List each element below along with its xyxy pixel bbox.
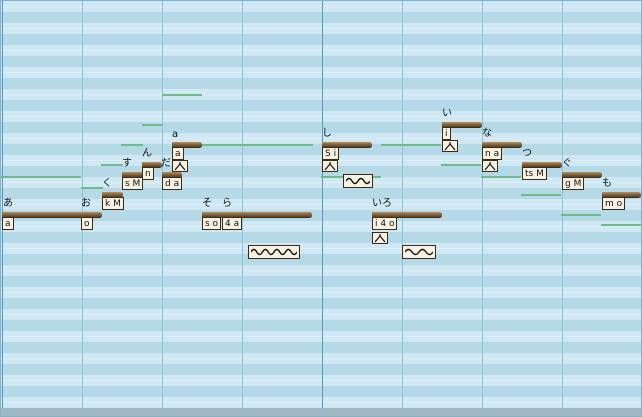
grid-row-line (1, 94, 641, 95)
horizontal-scrollbar-track[interactable] (1, 408, 641, 416)
grid-row-line (1, 204, 641, 205)
note-phoneme: k M (102, 197, 124, 210)
pitch-curve-segment (142, 124, 162, 126)
grid-row-line (1, 182, 641, 183)
pitch-curve-segment (162, 94, 202, 96)
accent-mark-icon[interactable] (372, 232, 388, 244)
grid-row-line (1, 402, 641, 403)
pitch-curve-segment (81, 187, 103, 189)
note-lyric: お (81, 198, 91, 209)
note-phoneme: i (442, 127, 451, 140)
note-phoneme: i 4 o (372, 217, 398, 230)
note-phoneme: a (2, 217, 14, 230)
accent-mark-icon[interactable] (442, 140, 458, 152)
grid-row-line (1, 50, 641, 51)
pitch-curve-segment (101, 164, 123, 166)
accent-mark-icon[interactable] (482, 160, 498, 172)
note-lyric: な (482, 128, 492, 139)
grid-row-line (1, 116, 641, 117)
grid-row-line (1, 6, 641, 7)
grid-row-line (1, 72, 641, 73)
pitch-curve-segment (561, 214, 601, 216)
accent-mark-icon[interactable] (322, 160, 338, 172)
grid-row-line (1, 292, 641, 293)
note-phoneme: g M (562, 177, 585, 190)
beat-line (562, 1, 563, 416)
note-phoneme: o (81, 217, 93, 230)
vibrato-icon[interactable] (402, 245, 436, 259)
beat-line (402, 1, 403, 416)
note-lyric: し (322, 128, 332, 139)
vibrato-icon[interactable] (248, 245, 300, 259)
grid-row-line (1, 270, 641, 271)
note-lyric: あ (3, 198, 13, 209)
note-bar[interactable] (2, 212, 83, 217)
accent-mark-icon[interactable] (172, 160, 188, 172)
note-lyric: つ (522, 148, 532, 159)
grid-row-line (1, 160, 641, 161)
vibrato-icon[interactable] (343, 174, 373, 188)
note-lyric: ら (222, 198, 232, 209)
note-phoneme: n a (482, 147, 503, 160)
note-phoneme: s M (122, 177, 144, 190)
note-lyric: い (442, 108, 452, 119)
pitch-curve-segment (521, 194, 561, 196)
grid-row-line (1, 28, 641, 29)
note-phoneme: d a (162, 177, 183, 190)
note-lyric: も (602, 178, 612, 189)
note-phoneme: a (172, 147, 184, 160)
note-phoneme: n (142, 167, 154, 180)
beat-line (482, 1, 483, 416)
note-phoneme: ts M (522, 167, 547, 180)
bar-line (322, 1, 323, 416)
grid-row-line (1, 314, 641, 315)
pitch-curve-segment (441, 164, 481, 166)
grid-row-line (1, 248, 641, 249)
note-phoneme: s o (202, 217, 222, 230)
note-lyric: そ (202, 198, 212, 209)
pitch-curve-segment (1, 176, 81, 178)
note-phoneme: S i (322, 147, 340, 160)
grid-row-line (1, 380, 641, 381)
beat-line (162, 1, 163, 416)
pitch-curve-segment (601, 224, 641, 226)
beat-line (242, 1, 243, 416)
note-lyric: a (172, 129, 179, 140)
grid-row-line (1, 138, 641, 139)
piano-roll[interactable]: あ a お o く k M す s M ん n だ d a a a そ s o … (0, 0, 642, 417)
note-lyric: ん (142, 148, 152, 159)
grid-row-line (1, 226, 641, 227)
note-lyric: く (102, 178, 112, 189)
grid-row-line (1, 336, 641, 337)
pitch-curve-segment (121, 144, 143, 146)
note-lyric: いろ (372, 198, 392, 209)
note-lyric: ぐ (562, 158, 572, 169)
pitch-curve-segment (381, 144, 441, 146)
pitch-curve-segment (481, 176, 521, 178)
note-phoneme: 4 a (222, 217, 243, 230)
grid-row-line (1, 358, 641, 359)
note-lyric: だ (161, 158, 171, 169)
note-lyric: す (122, 158, 132, 169)
pitch-curve-segment (201, 144, 313, 146)
note-phoneme: m o (602, 197, 626, 210)
